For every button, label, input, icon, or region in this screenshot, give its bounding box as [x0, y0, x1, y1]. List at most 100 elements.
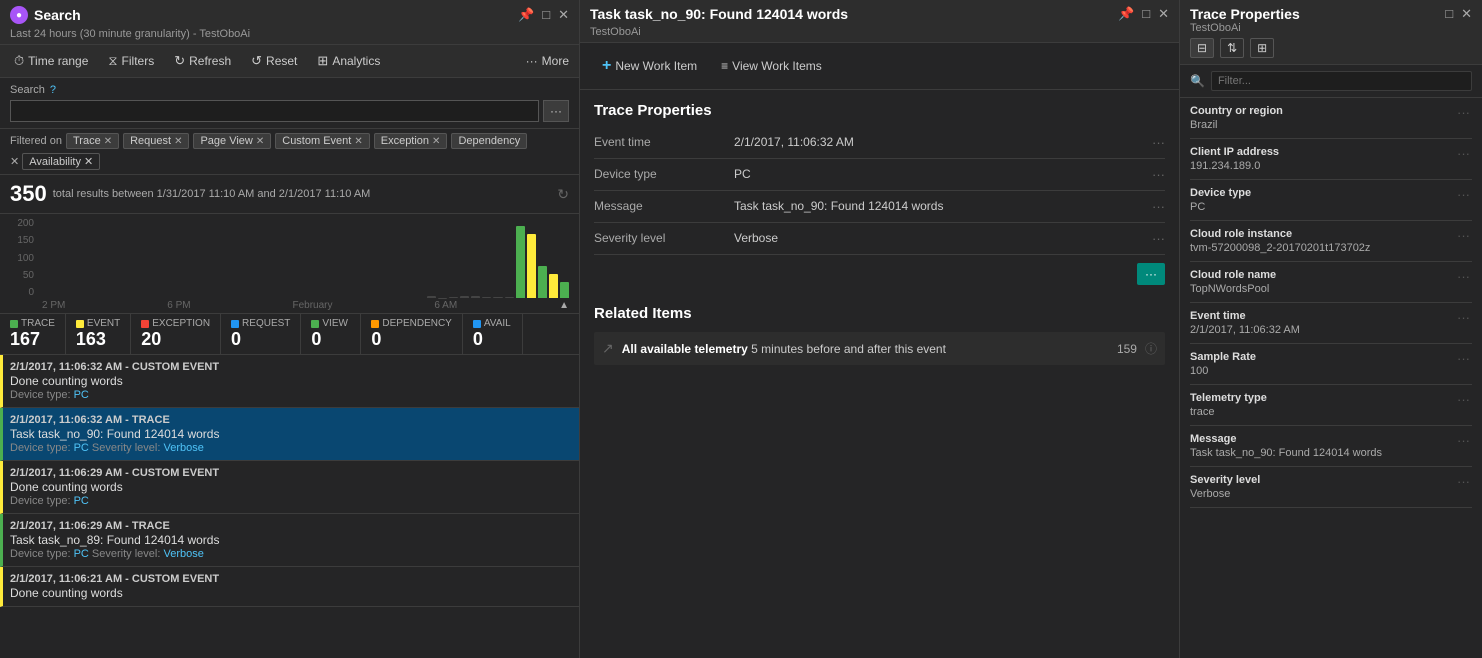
right-panel: Trace Properties □ ✕ TestOboAi ⊟ ⇅ ⊞ 🔍 C…: [1180, 0, 1482, 658]
prop-key-eventtime: Event time: [594, 135, 724, 149]
refresh-btn[interactable]: ↻ Refresh: [170, 51, 235, 71]
middle-pin-icon[interactable]: 📌: [1118, 6, 1134, 22]
filter-tag-trace[interactable]: Trace ✕: [66, 133, 119, 149]
results-count: 350: [10, 181, 47, 207]
filters-second-row: ✕ Availability ✕: [10, 153, 100, 170]
stat-trace[interactable]: TRACE 167: [0, 314, 66, 354]
remove-availability-filter[interactable]: ✕: [84, 155, 93, 168]
search-submit-btn[interactable]: ···: [543, 100, 569, 122]
rprop-menu-devicetype[interactable]: ···: [1455, 187, 1472, 202]
eventtime-menu[interactable]: ···: [1152, 135, 1165, 150]
stat-request[interactable]: REQUEST 0: [221, 314, 301, 354]
reset-icon: ↺: [251, 53, 262, 69]
middle-subtitle: TestOboAi: [590, 26, 1169, 38]
filters-btn[interactable]: ⧖ Filters: [104, 51, 158, 71]
clock-icon: ⏱: [14, 53, 24, 69]
event-4-meta: Device type: PC Severity level: Verbose: [10, 548, 569, 560]
remove-request-filter[interactable]: ✕: [174, 136, 182, 147]
view-work-items-btn[interactable]: ≡ View Work Items: [713, 55, 830, 77]
right-table-view-btn[interactable]: ⊟: [1190, 38, 1214, 58]
remove-customevent-filter[interactable]: ✕: [354, 136, 362, 147]
remove-pageview-filter[interactable]: ✕: [256, 136, 264, 147]
rpk-eventtime: Event time: [1190, 310, 1455, 322]
rprop-menu-clientip[interactable]: ···: [1455, 146, 1472, 161]
severity-menu[interactable]: ···: [1152, 231, 1165, 246]
grid-icon: ⊞: [317, 53, 328, 69]
maximize-icon[interactable]: □: [542, 7, 550, 23]
right-grid-btn[interactable]: ⊞: [1250, 38, 1274, 58]
teal-more-btn[interactable]: ···: [1137, 263, 1165, 285]
rprop-menu-telemetrytype[interactable]: ···: [1455, 392, 1472, 407]
stat-exception[interactable]: EXCEPTION 20: [131, 314, 221, 354]
rprop-menu-cloudrolename[interactable]: ···: [1455, 269, 1472, 284]
right-prop-cloudrolename: Cloud role name TopNWordsPool ···: [1190, 262, 1472, 303]
rprop-menu-message[interactable]: ···: [1455, 433, 1472, 448]
chart-triangle-right: ▲: [559, 300, 569, 311]
right-panel-window-controls: □ ✕: [1445, 6, 1472, 22]
filter-tag-exception[interactable]: Exception ✕: [374, 133, 448, 149]
event-item-2[interactable]: 2/1/2017, 11:06:32 AM - TRACE Task task_…: [0, 408, 579, 461]
middle-toolbar: + New Work Item ≡ View Work Items: [580, 43, 1179, 90]
search-input[interactable]: [10, 100, 539, 122]
middle-panel-header: Task task_no_90: Found 124014 words 📌 □ …: [580, 0, 1179, 43]
left-panel-header: ● Search 📌 □ ✕ Last 24 hours (30 minute …: [0, 0, 579, 45]
message-menu[interactable]: ···: [1152, 199, 1165, 214]
event-item-1[interactable]: 2/1/2017, 11:06:32 AM - CUSTOM EVENT Don…: [0, 355, 579, 408]
event-4-message: Task task_no_89: Found 124014 words: [10, 533, 569, 547]
stat-view[interactable]: VIEW 0: [301, 314, 361, 354]
rpk-message: Message: [1190, 433, 1455, 445]
stat-dependency[interactable]: DEPENDENCY 0: [361, 314, 462, 354]
prop-value-message: Task task_no_90: Found 124014 words: [734, 199, 1142, 213]
filter-tag-pageview[interactable]: Page View ✕: [193, 133, 271, 149]
right-close-icon[interactable]: ✕: [1461, 6, 1472, 22]
reset-btn[interactable]: ↺ Reset: [247, 51, 301, 71]
new-work-item-btn[interactable]: + New Work Item: [594, 53, 705, 79]
right-subtitle: TestOboAi: [1190, 22, 1472, 34]
time-range-btn[interactable]: ⏱ Time range: [10, 51, 92, 71]
right-prop-telemetrytype: Telemetry type trace ···: [1190, 385, 1472, 426]
right-sort-btn[interactable]: ⇅: [1220, 38, 1244, 58]
related-text: All available telemetry 5 minutes before…: [622, 342, 1109, 356]
remove-trace-filter[interactable]: ✕: [104, 136, 112, 147]
stat-avail[interactable]: AVAIL 0: [463, 314, 523, 354]
chart-bar-43: [516, 226, 525, 298]
right-prop-eventtime: Event time 2/1/2017, 11:06:32 AM ···: [1190, 303, 1472, 344]
search-row: ···: [10, 100, 569, 122]
more-btn[interactable]: ··· More: [526, 54, 569, 68]
rprop-menu-eventtime[interactable]: ···: [1455, 310, 1472, 325]
event-item-5[interactable]: 2/1/2017, 11:06:21 AM - CUSTOM EVENT Don…: [0, 567, 579, 607]
refresh-results-icon[interactable]: ↻: [557, 186, 569, 203]
pin-icon[interactable]: 📌: [518, 7, 534, 23]
filter-tag-request[interactable]: Request ✕: [123, 133, 189, 149]
middle-close-icon[interactable]: ✕: [1158, 6, 1169, 22]
rprop-menu-cloudroleinstance[interactable]: ···: [1455, 228, 1472, 243]
right-maximize-icon[interactable]: □: [1445, 6, 1453, 22]
rprop-menu-samplerate[interactable]: ···: [1455, 351, 1472, 366]
related-telemetry-row[interactable]: ↗ All available telemetry 5 minutes befo…: [594, 332, 1165, 365]
filters-row: Filtered on Trace ✕ Request ✕ Page View …: [0, 129, 579, 175]
prop-row-eventtime: Event time 2/1/2017, 11:06:32 AM ···: [594, 127, 1165, 159]
prop-row-message: Message Task task_no_90: Found 124014 wo…: [594, 191, 1165, 223]
rprop-menu-severity[interactable]: ···: [1455, 474, 1472, 489]
chart-x-labels: ▲ 2 PM 6 PM February 6 AM ▲: [10, 298, 569, 311]
analytics-btn[interactable]: ⊞ Analytics: [313, 51, 384, 71]
rprop-menu-countryregion[interactable]: ···: [1455, 105, 1472, 120]
related-arrow-icon: ↗: [602, 340, 614, 357]
event-item-4[interactable]: 2/1/2017, 11:06:29 AM - TRACE Task task_…: [0, 514, 579, 567]
event-1-meta: Device type: PC: [10, 389, 569, 401]
filter-tag-availability[interactable]: Availability ✕: [22, 153, 100, 170]
remove-exception-filter[interactable]: ✕: [432, 136, 440, 147]
right-filter-input[interactable]: [1211, 71, 1472, 91]
properties-table: Event time 2/1/2017, 11:06:32 AM ··· Dev…: [580, 127, 1179, 293]
close-icon[interactable]: ✕: [558, 7, 569, 23]
event-item-3[interactable]: 2/1/2017, 11:06:29 AM - CUSTOM EVENT Don…: [0, 461, 579, 514]
remove-all-filter[interactable]: ✕: [10, 155, 19, 168]
plus-icon: +: [602, 57, 611, 75]
filter-tag-customevent[interactable]: Custom Event ✕: [275, 133, 369, 149]
middle-maximize-icon[interactable]: □: [1142, 6, 1150, 22]
devicetype-menu[interactable]: ···: [1152, 167, 1165, 182]
filter-tag-dependency[interactable]: Dependency: [451, 133, 527, 149]
left-panel-subtitle: Last 24 hours (30 minute granularity) - …: [10, 28, 569, 40]
event-5-header: 2/1/2017, 11:06:21 AM - CUSTOM EVENT: [10, 573, 569, 585]
stat-event[interactable]: EVENT 163: [66, 314, 131, 354]
